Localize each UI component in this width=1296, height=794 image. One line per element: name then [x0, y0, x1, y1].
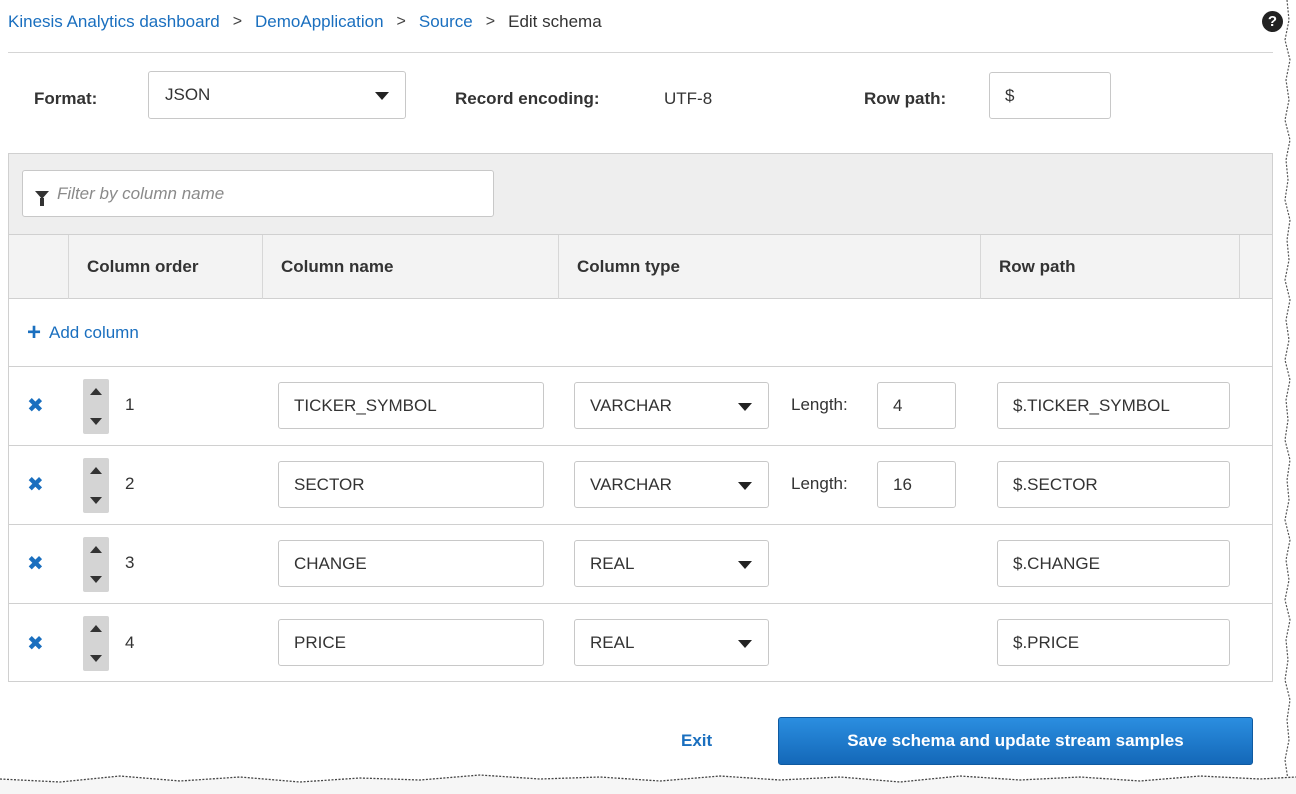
delete-row-icon[interactable]: ✖ — [27, 553, 44, 575]
move-up-icon[interactable] — [90, 467, 102, 474]
chevron-down-icon — [738, 560, 752, 569]
row-path-input[interactable]: $ — [989, 72, 1111, 119]
breadcrumb: Kinesis Analytics dashboard > DemoApplic… — [8, 9, 602, 35]
header-column-order[interactable]: Column order — [68, 235, 262, 299]
move-down-icon[interactable] — [90, 655, 102, 662]
header-column-name[interactable]: Column name — [262, 235, 558, 299]
breadcrumb-separator: > — [485, 13, 496, 30]
column-type-select[interactable]: REAL — [574, 540, 769, 587]
column-order-stepper — [83, 458, 109, 513]
row-path-field[interactable]: $.CHANGE — [997, 540, 1230, 587]
move-up-icon[interactable] — [90, 546, 102, 553]
move-down-icon[interactable] — [90, 418, 102, 425]
move-down-icon[interactable] — [90, 576, 102, 583]
add-column-label: Add column — [49, 322, 139, 342]
length-label: Length: — [791, 395, 848, 414]
column-order-value: 4 — [125, 632, 135, 652]
table-row: ✖ 4 PRICE REAL $.PRICE — [9, 604, 1272, 683]
filter-column-input[interactable]: Filter by column name — [22, 170, 494, 217]
column-type-select[interactable]: VARCHAR — [574, 382, 769, 429]
column-type-value: REAL — [590, 553, 635, 573]
length-label: Length: — [791, 474, 848, 493]
breadcrumb-demo-application[interactable]: DemoApplication — [255, 12, 384, 32]
header-spacer — [1239, 235, 1272, 299]
row-path-label: Row path: — [864, 89, 947, 108]
column-order-stepper — [83, 537, 109, 592]
breadcrumb-edit-schema: Edit schema — [508, 12, 602, 31]
column-order-stepper — [83, 616, 109, 671]
column-type-value: VARCHAR — [590, 395, 672, 415]
breadcrumb-separator: > — [232, 13, 243, 30]
column-name-input[interactable]: TICKER_SYMBOL — [278, 382, 544, 429]
column-order-value: 1 — [125, 395, 135, 414]
row-path-field[interactable]: $.SECTOR — [997, 461, 1230, 508]
move-down-icon[interactable] — [90, 497, 102, 504]
chevron-down-icon — [738, 402, 752, 411]
chevron-down-icon — [738, 639, 752, 648]
add-column-button[interactable]: + Add column — [9, 299, 1272, 367]
table-row: ✖ 3 CHANGE REAL $.CHANGE — [9, 525, 1272, 604]
breadcrumb-kinesis-dashboard[interactable]: Kinesis Analytics dashboard — [8, 12, 220, 32]
column-type-value: REAL — [590, 632, 635, 652]
format-select-value: JSON — [165, 85, 211, 104]
column-type-select[interactable]: REAL — [574, 619, 769, 666]
delete-row-icon[interactable]: ✖ — [27, 474, 44, 496]
filter-bar: Filter by column name — [9, 154, 1272, 235]
record-encoding-label: Record encoding: — [455, 89, 600, 108]
column-type-value: VARCHAR — [590, 474, 672, 494]
column-order-value: 3 — [125, 553, 135, 572]
delete-row-icon[interactable]: ✖ — [27, 395, 44, 417]
row-path-field[interactable]: $.PRICE — [997, 619, 1230, 666]
length-input[interactable]: 4 — [877, 382, 956, 429]
format-select[interactable]: JSON — [148, 71, 406, 119]
move-up-icon[interactable] — [90, 625, 102, 632]
breadcrumb-separator: > — [396, 13, 406, 30]
save-schema-button[interactable]: Save schema and update stream samples — [778, 717, 1253, 765]
header-row-path[interactable]: Row path — [980, 235, 1239, 299]
table-row: ✖ 2 SECTOR VARCHAR Length: 16 $.SECTOR — [9, 446, 1272, 525]
header-column-type[interactable]: Column type — [558, 235, 980, 299]
schema-table: Filter by column name Column order Colum… — [8, 153, 1273, 682]
column-name-input[interactable]: CHANGE — [278, 540, 544, 587]
delete-row-icon[interactable]: ✖ — [27, 633, 44, 655]
chevron-down-icon — [375, 92, 389, 100]
torn-edge-right — [1284, 0, 1291, 794]
filter-placeholder: Filter by column name — [57, 183, 225, 203]
column-name-input[interactable]: SECTOR — [278, 461, 544, 508]
column-type-select[interactable]: VARCHAR — [574, 461, 769, 508]
column-name-input[interactable]: PRICE — [278, 619, 544, 666]
record-encoding-value: UTF-8 — [664, 89, 713, 108]
chevron-down-icon — [738, 481, 752, 490]
divider — [8, 52, 1273, 53]
column-order-stepper — [83, 379, 109, 434]
row-path-field[interactable]: $.TICKER_SYMBOL — [997, 382, 1230, 429]
format-label: Format: — [34, 89, 98, 108]
breadcrumb-source[interactable]: Source — [419, 12, 473, 32]
plus-icon: + — [27, 318, 42, 346]
filter-icon — [35, 190, 49, 206]
table-row: ✖ 1 TICKER_SYMBOL VARCHAR Length: 4 $.TICKER_S… — [9, 367, 1272, 446]
column-order-value: 2 — [125, 474, 135, 493]
torn-edge-bottom — [0, 774, 1296, 794]
move-up-icon[interactable] — [90, 388, 102, 395]
table-header: Column order Column name Column type Row… — [9, 235, 1272, 299]
length-input[interactable]: 16 — [877, 461, 956, 508]
exit-link[interactable]: Exit — [681, 731, 712, 751]
